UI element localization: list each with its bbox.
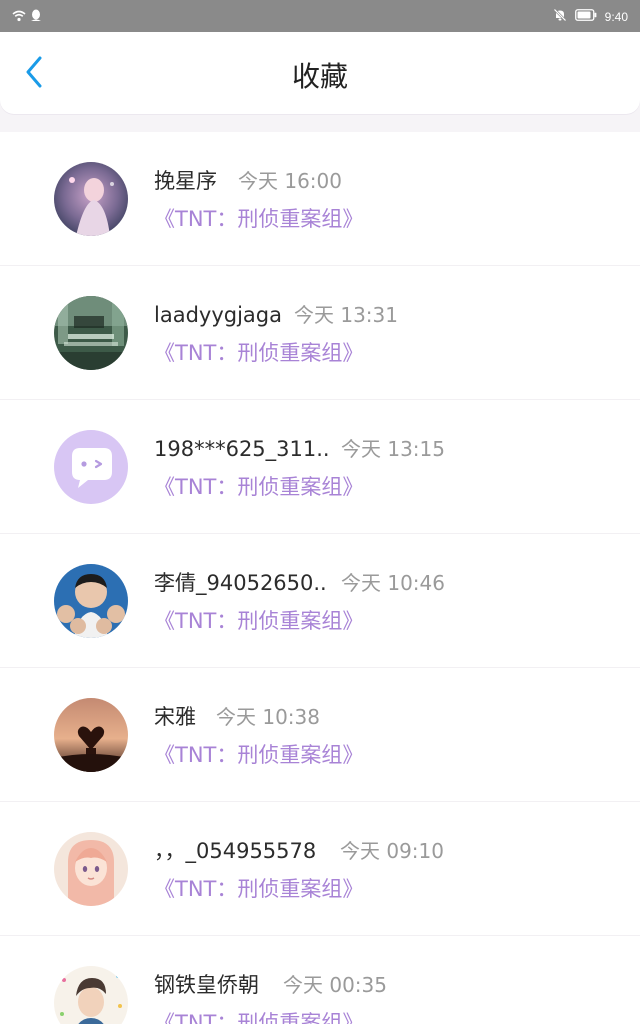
anime-avatar[interactable]	[54, 832, 128, 906]
work-title-link[interactable]: 《TNT：刑侦重案组》	[154, 206, 363, 232]
header: 收藏	[0, 32, 640, 114]
avatar[interactable]	[54, 564, 128, 638]
status-left	[12, 9, 42, 25]
work-title-link[interactable]: 《TNT：刑侦重案组》	[154, 474, 363, 500]
battery-icon	[574, 9, 597, 24]
user-name[interactable]: 钢铁皇侨朝	[154, 972, 259, 998]
timestamp: 今天 10:38	[216, 705, 320, 729]
timestamp: 今天 13:15	[341, 437, 445, 461]
user-name[interactable]: ，，_054955578	[154, 838, 316, 864]
list-item[interactable]: 198***625_311.. 今天 13:15 《TNT：刑侦重案组》	[0, 400, 640, 534]
user-name[interactable]: 李倩_94052650..	[154, 570, 327, 596]
bell-off-icon	[553, 8, 567, 25]
user-name[interactable]: 宋雅	[154, 704, 196, 730]
status-bar: 9:40	[0, 0, 640, 32]
user-name[interactable]: 198***625_311..	[154, 436, 330, 462]
wifi-icon	[12, 10, 26, 25]
user-name[interactable]: 挽星序	[154, 168, 217, 194]
timestamp: 今天 00:35	[283, 973, 387, 997]
timestamp: 今天 09:10	[340, 839, 444, 863]
list-item[interactable]: 宋雅 今天 10:38 《TNT：刑侦重案组》	[0, 668, 640, 802]
qq-penguin-icon	[30, 9, 42, 25]
page-title: 收藏	[291, 60, 348, 93]
work-title-link[interactable]: 《TNT：刑侦重案组》	[154, 1010, 363, 1024]
timestamp: 今天 13:31	[294, 303, 398, 327]
status-time: 9:40	[604, 9, 628, 24]
avatar[interactable]	[54, 162, 128, 236]
default-chat-avatar[interactable]	[54, 430, 128, 504]
timestamp: 今天 10:46	[341, 571, 445, 595]
list-item[interactable]: 李倩_94052650.. 今天 10:46 《TNT：刑侦重案组》	[0, 534, 640, 668]
work-title-link[interactable]: 《TNT：刑侦重案组》	[154, 608, 363, 634]
avatar[interactable]	[54, 698, 128, 772]
status-right: 9:40	[553, 8, 628, 25]
timestamp: 今天 16:00	[238, 169, 342, 193]
favorites-list: 挽星序 今天 16:00 《TNT：刑侦重案组》 laadyygjaga 今天 …	[0, 132, 640, 1024]
list-item[interactable]: 挽星序 今天 16:00 《TNT：刑侦重案组》	[0, 132, 640, 266]
avatar[interactable]	[54, 966, 128, 1024]
list-item[interactable]: 钢铁皇侨朝 今天 00:35 《TNT：刑侦重案组》	[0, 936, 640, 1024]
work-title-link[interactable]: 《TNT：刑侦重案组》	[154, 340, 363, 366]
avatar[interactable]	[54, 296, 128, 370]
list-item[interactable]: ，，_054955578 今天 09:10 《TNT：刑侦重案组》	[0, 802, 640, 936]
work-title-link[interactable]: 《TNT：刑侦重案组》	[154, 876, 363, 902]
user-name[interactable]: laadyygjaga	[154, 302, 282, 328]
list-item[interactable]: laadyygjaga 今天 13:31 《TNT：刑侦重案组》	[0, 266, 640, 400]
work-title-link[interactable]: 《TNT：刑侦重案组》	[154, 742, 363, 768]
